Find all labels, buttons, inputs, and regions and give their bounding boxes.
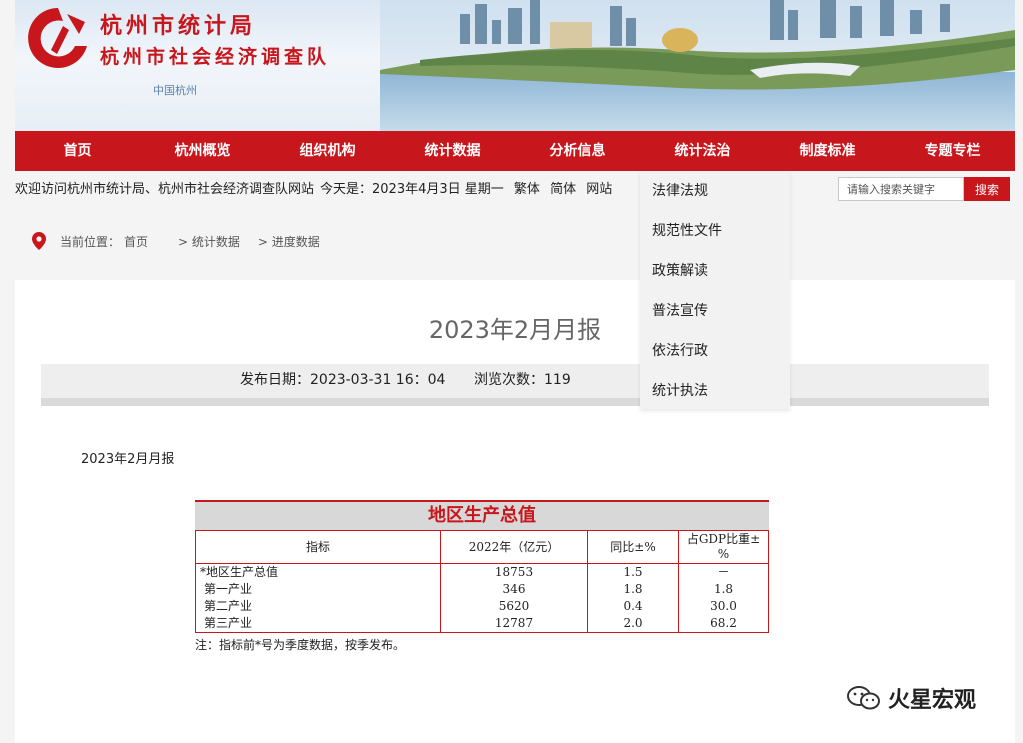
nav-item-statistics[interactable]: 统计数据: [390, 131, 515, 171]
cell-share: 1.8: [678, 581, 769, 598]
wechat-watermark: 火星宏观: [846, 682, 976, 714]
search-box: 搜索: [838, 177, 1014, 201]
simplified-chinese-link[interactable]: 简体: [550, 182, 576, 197]
china-hangzhou-text: 中国杭州: [153, 84, 197, 97]
site-more-link[interactable]: 网站: [586, 182, 612, 197]
cell-indicator: *地区生产总值: [195, 563, 441, 581]
publish-date: 发布日期：2023-03-31 16：04: [240, 372, 446, 388]
col-header-value: 2022年（亿元）: [440, 530, 588, 564]
site-title-line1: 杭州市统计局: [100, 13, 257, 39]
article-meta: 发布日期：2023-03-31 16：04 浏览次数：119: [41, 364, 989, 406]
breadcrumb-label: 当前位置：: [60, 234, 121, 249]
cell-yoy: 0.4: [587, 598, 679, 615]
table-row: 第一产业 346 1.8 1.8: [195, 581, 769, 598]
cell-indicator: 第一产业: [195, 581, 441, 598]
cell-yoy: 2.0: [587, 615, 679, 633]
col-header-share: 占GDP比重±%: [678, 530, 769, 564]
china-hangzhou-logo: 中国杭州: [153, 82, 197, 98]
gdp-table-image: 地区生产总值 指标 2022年（亿元） 同比±% 占GDP比重±% *地区生产总…: [195, 500, 769, 653]
cell-share: 30.0: [678, 598, 769, 615]
breadcrumb-progress-data[interactable]: > 进度数据: [258, 233, 320, 250]
search-input[interactable]: [838, 177, 964, 201]
law-dropdown-menu: 法律法规 规范性文件 政策解读 普法宣传 依法行政 统计执法: [640, 171, 790, 409]
cell-share: －: [678, 563, 769, 581]
cell-value: 18753: [440, 563, 588, 581]
wechat-icon: [847, 686, 880, 710]
table-row: 第二产业 5620 0.4 30.0: [195, 598, 769, 615]
col-header-indicator: 指标: [195, 530, 441, 564]
cell-share: 68.2: [678, 615, 769, 633]
breadcrumb: 当前位置： 首页 > 统计数据 > 进度数据: [32, 232, 324, 250]
cell-value: 346: [440, 581, 588, 598]
breadcrumb-statistics[interactable]: > 统计数据: [178, 233, 240, 250]
welcome-text: 欢迎访问杭州市统计局、杭州市社会经济调查队网站: [15, 182, 315, 197]
cell-value: 5620: [440, 598, 588, 615]
traditional-chinese-link[interactable]: 繁体: [514, 182, 540, 197]
nav-item-law[interactable]: 统计法治: [640, 131, 765, 171]
dropdown-item-normative-docs[interactable]: 规范性文件: [640, 211, 790, 251]
table-note: 注：指标前*号为季度数据，按季发布。: [195, 638, 406, 652]
dropdown-item-administration[interactable]: 依法行政: [640, 331, 790, 371]
nav-item-home[interactable]: 首页: [15, 131, 140, 171]
search-button[interactable]: 搜索: [964, 177, 1010, 201]
site-title-line2: 杭州市社会经济调查队: [100, 46, 331, 68]
today-date: 今天是：2023年4月3日 星期一: [320, 182, 504, 197]
table-header-row: 指标 2022年（亿元） 同比±% 占GDP比重±%: [195, 530, 769, 564]
location-pin-icon: [32, 232, 46, 250]
cell-value: 12787: [440, 615, 588, 633]
col-header-yoy: 同比±%: [587, 530, 679, 564]
cell-indicator: 第二产业: [195, 598, 441, 615]
table-row: *地区生产总值 18753 1.5 －: [195, 563, 769, 581]
dropdown-item-policy-interpretation[interactable]: 政策解读: [640, 251, 790, 291]
table-title-bar: 地区生产总值: [195, 500, 769, 530]
nav-item-overview[interactable]: 杭州概览: [140, 131, 265, 171]
site-header: 杭州市统计局 杭州市社会经济调查队 中国杭州: [15, 0, 1015, 131]
city-skyline-image: [380, 0, 1015, 131]
nav-item-standards[interactable]: 制度标准: [765, 131, 890, 171]
nav-item-analysis[interactable]: 分析信息: [515, 131, 640, 171]
dropdown-item-law-promotion[interactable]: 普法宣传: [640, 291, 790, 331]
nav-item-organization[interactable]: 组织机构: [265, 131, 390, 171]
watermark-text: 火星宏观: [888, 688, 977, 713]
breadcrumb-home[interactable]: 首页: [124, 233, 148, 250]
article-subtitle: 2023年2月月报: [81, 452, 175, 467]
dropdown-item-laws[interactable]: 法律法规: [640, 171, 790, 211]
table-row: 第三产业 12787 2.0 68.2: [195, 615, 769, 633]
cell-yoy: 1.8: [587, 581, 679, 598]
site-logo-icon[interactable]: [23, 4, 93, 72]
main-nav: 首页 杭州概览 组织机构 统计数据 分析信息 统计法治 制度标准 专题专栏: [15, 131, 1015, 171]
dropdown-item-enforcement[interactable]: 统计执法: [640, 371, 790, 411]
cell-indicator: 第三产业: [195, 615, 441, 633]
nav-item-topics[interactable]: 专题专栏: [890, 131, 1015, 171]
gdp-table: 指标 2022年（亿元） 同比±% 占GDP比重±% *地区生产总值 18753…: [195, 530, 769, 633]
article-title: 2023年2月月报: [428, 316, 602, 344]
table-title: 地区生产总值: [428, 505, 536, 526]
cell-yoy: 1.5: [587, 563, 679, 581]
view-count: 浏览次数：119: [474, 372, 571, 388]
